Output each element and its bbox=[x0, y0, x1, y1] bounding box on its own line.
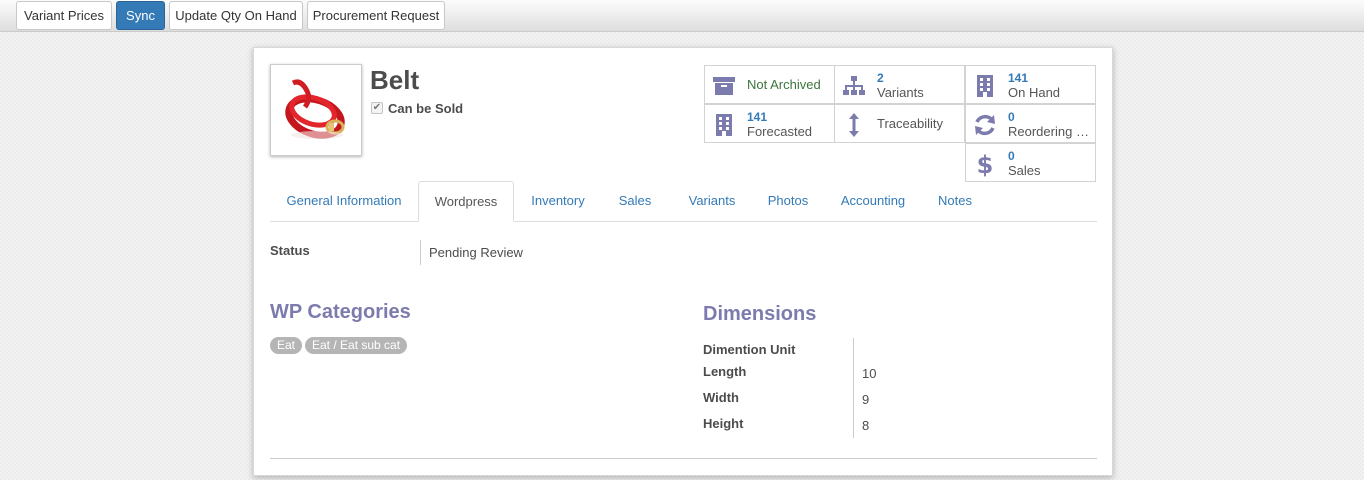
reordering-count: 0 bbox=[1008, 110, 1015, 124]
update-qty-on-hand-button[interactable]: Update Qty On Hand bbox=[169, 1, 303, 30]
control-panel-toolbar: Variant Prices Sync Update Qty On Hand P… bbox=[0, 0, 1364, 32]
variants-count: 2 bbox=[877, 71, 884, 85]
sales-count: 0 bbox=[1008, 149, 1015, 163]
building-icon bbox=[977, 75, 993, 97]
on-hand-stat-button[interactable]: 141 On Hand bbox=[965, 65, 1096, 104]
traceability-stat-button[interactable]: Traceability bbox=[834, 104, 965, 143]
sheet-bottom-separator bbox=[270, 458, 1097, 459]
length-label: Length bbox=[703, 364, 747, 379]
height-value[interactable]: 8 bbox=[862, 418, 869, 433]
status-value[interactable]: Pending Review bbox=[429, 245, 523, 260]
tab-inventory[interactable]: Inventory bbox=[520, 181, 596, 222]
notebook-tabs: General Information Wordpress Inventory … bbox=[270, 181, 1097, 222]
tab-photos[interactable]: Photos bbox=[756, 181, 820, 222]
tab-variants[interactable]: Variants bbox=[672, 181, 752, 222]
wp-categories-title: WP Categories bbox=[270, 301, 411, 323]
can-be-sold-checkbox[interactable]: ✔ bbox=[371, 102, 383, 114]
dollar-icon: $ bbox=[977, 151, 994, 177]
dimension-unit-label: Dimention Unit bbox=[703, 342, 796, 357]
product-form-sheet: Belt ✔ Can be Sold Not Archived 2 Varian… bbox=[253, 47, 1113, 476]
reordering-label: Reordering R... bbox=[1008, 124, 1096, 139]
status-label: Status bbox=[270, 243, 310, 258]
tab-notes[interactable]: Notes bbox=[924, 181, 986, 222]
can-be-sold-label: Can be Sold bbox=[388, 101, 464, 116]
sitemap-icon bbox=[843, 76, 865, 95]
building-icon bbox=[716, 114, 732, 136]
category-tag[interactable]: Eat / Eat sub cat bbox=[305, 337, 408, 354]
belt-image bbox=[285, 79, 345, 139]
field-divider bbox=[420, 240, 421, 265]
tab-general-information[interactable]: General Information bbox=[270, 181, 418, 222]
forecasted-label: Forecasted bbox=[747, 124, 813, 139]
archive-status-label: Not Archived bbox=[747, 77, 821, 92]
refresh-icon bbox=[975, 114, 995, 136]
field-divider bbox=[853, 338, 854, 438]
on-hand-label: On Hand bbox=[1008, 85, 1061, 100]
width-label: Width bbox=[703, 390, 739, 405]
sales-stat-button[interactable]: $ 0 Sales bbox=[965, 143, 1096, 182]
forecasted-count: 141 bbox=[747, 110, 768, 124]
svg-text:$: $ bbox=[977, 151, 994, 177]
reordering-rules-stat-button[interactable]: 0 Reordering R... bbox=[965, 104, 1096, 143]
vertical-arrows-icon bbox=[849, 113, 859, 137]
product-image[interactable] bbox=[270, 64, 362, 156]
forecasted-stat-button[interactable]: 141 Forecasted bbox=[704, 104, 835, 143]
archive-toggle-button[interactable]: Not Archived bbox=[704, 65, 835, 104]
length-value[interactable]: 10 bbox=[862, 366, 876, 381]
archive-box-icon bbox=[713, 77, 735, 95]
tab-sales[interactable]: Sales bbox=[604, 181, 666, 222]
height-label: Height bbox=[703, 416, 744, 431]
category-tag[interactable]: Eat bbox=[270, 337, 303, 354]
sales-label: Sales bbox=[1008, 163, 1041, 178]
tab-wordpress[interactable]: Wordpress bbox=[418, 181, 514, 222]
variants-label: Variants bbox=[877, 85, 924, 100]
on-hand-count: 141 bbox=[1008, 71, 1029, 85]
sync-button[interactable]: Sync bbox=[116, 1, 165, 30]
procurement-request-button[interactable]: Procurement Request bbox=[307, 1, 445, 30]
width-value[interactable]: 9 bbox=[862, 392, 869, 407]
variants-stat-button[interactable]: 2 Variants bbox=[834, 65, 965, 104]
traceability-label: Traceability bbox=[877, 116, 943, 131]
product-name[interactable]: Belt bbox=[370, 65, 419, 96]
variant-prices-button[interactable]: Variant Prices bbox=[16, 1, 112, 30]
dimensions-title: Dimensions bbox=[703, 303, 817, 325]
tab-accounting[interactable]: Accounting bbox=[828, 181, 918, 222]
